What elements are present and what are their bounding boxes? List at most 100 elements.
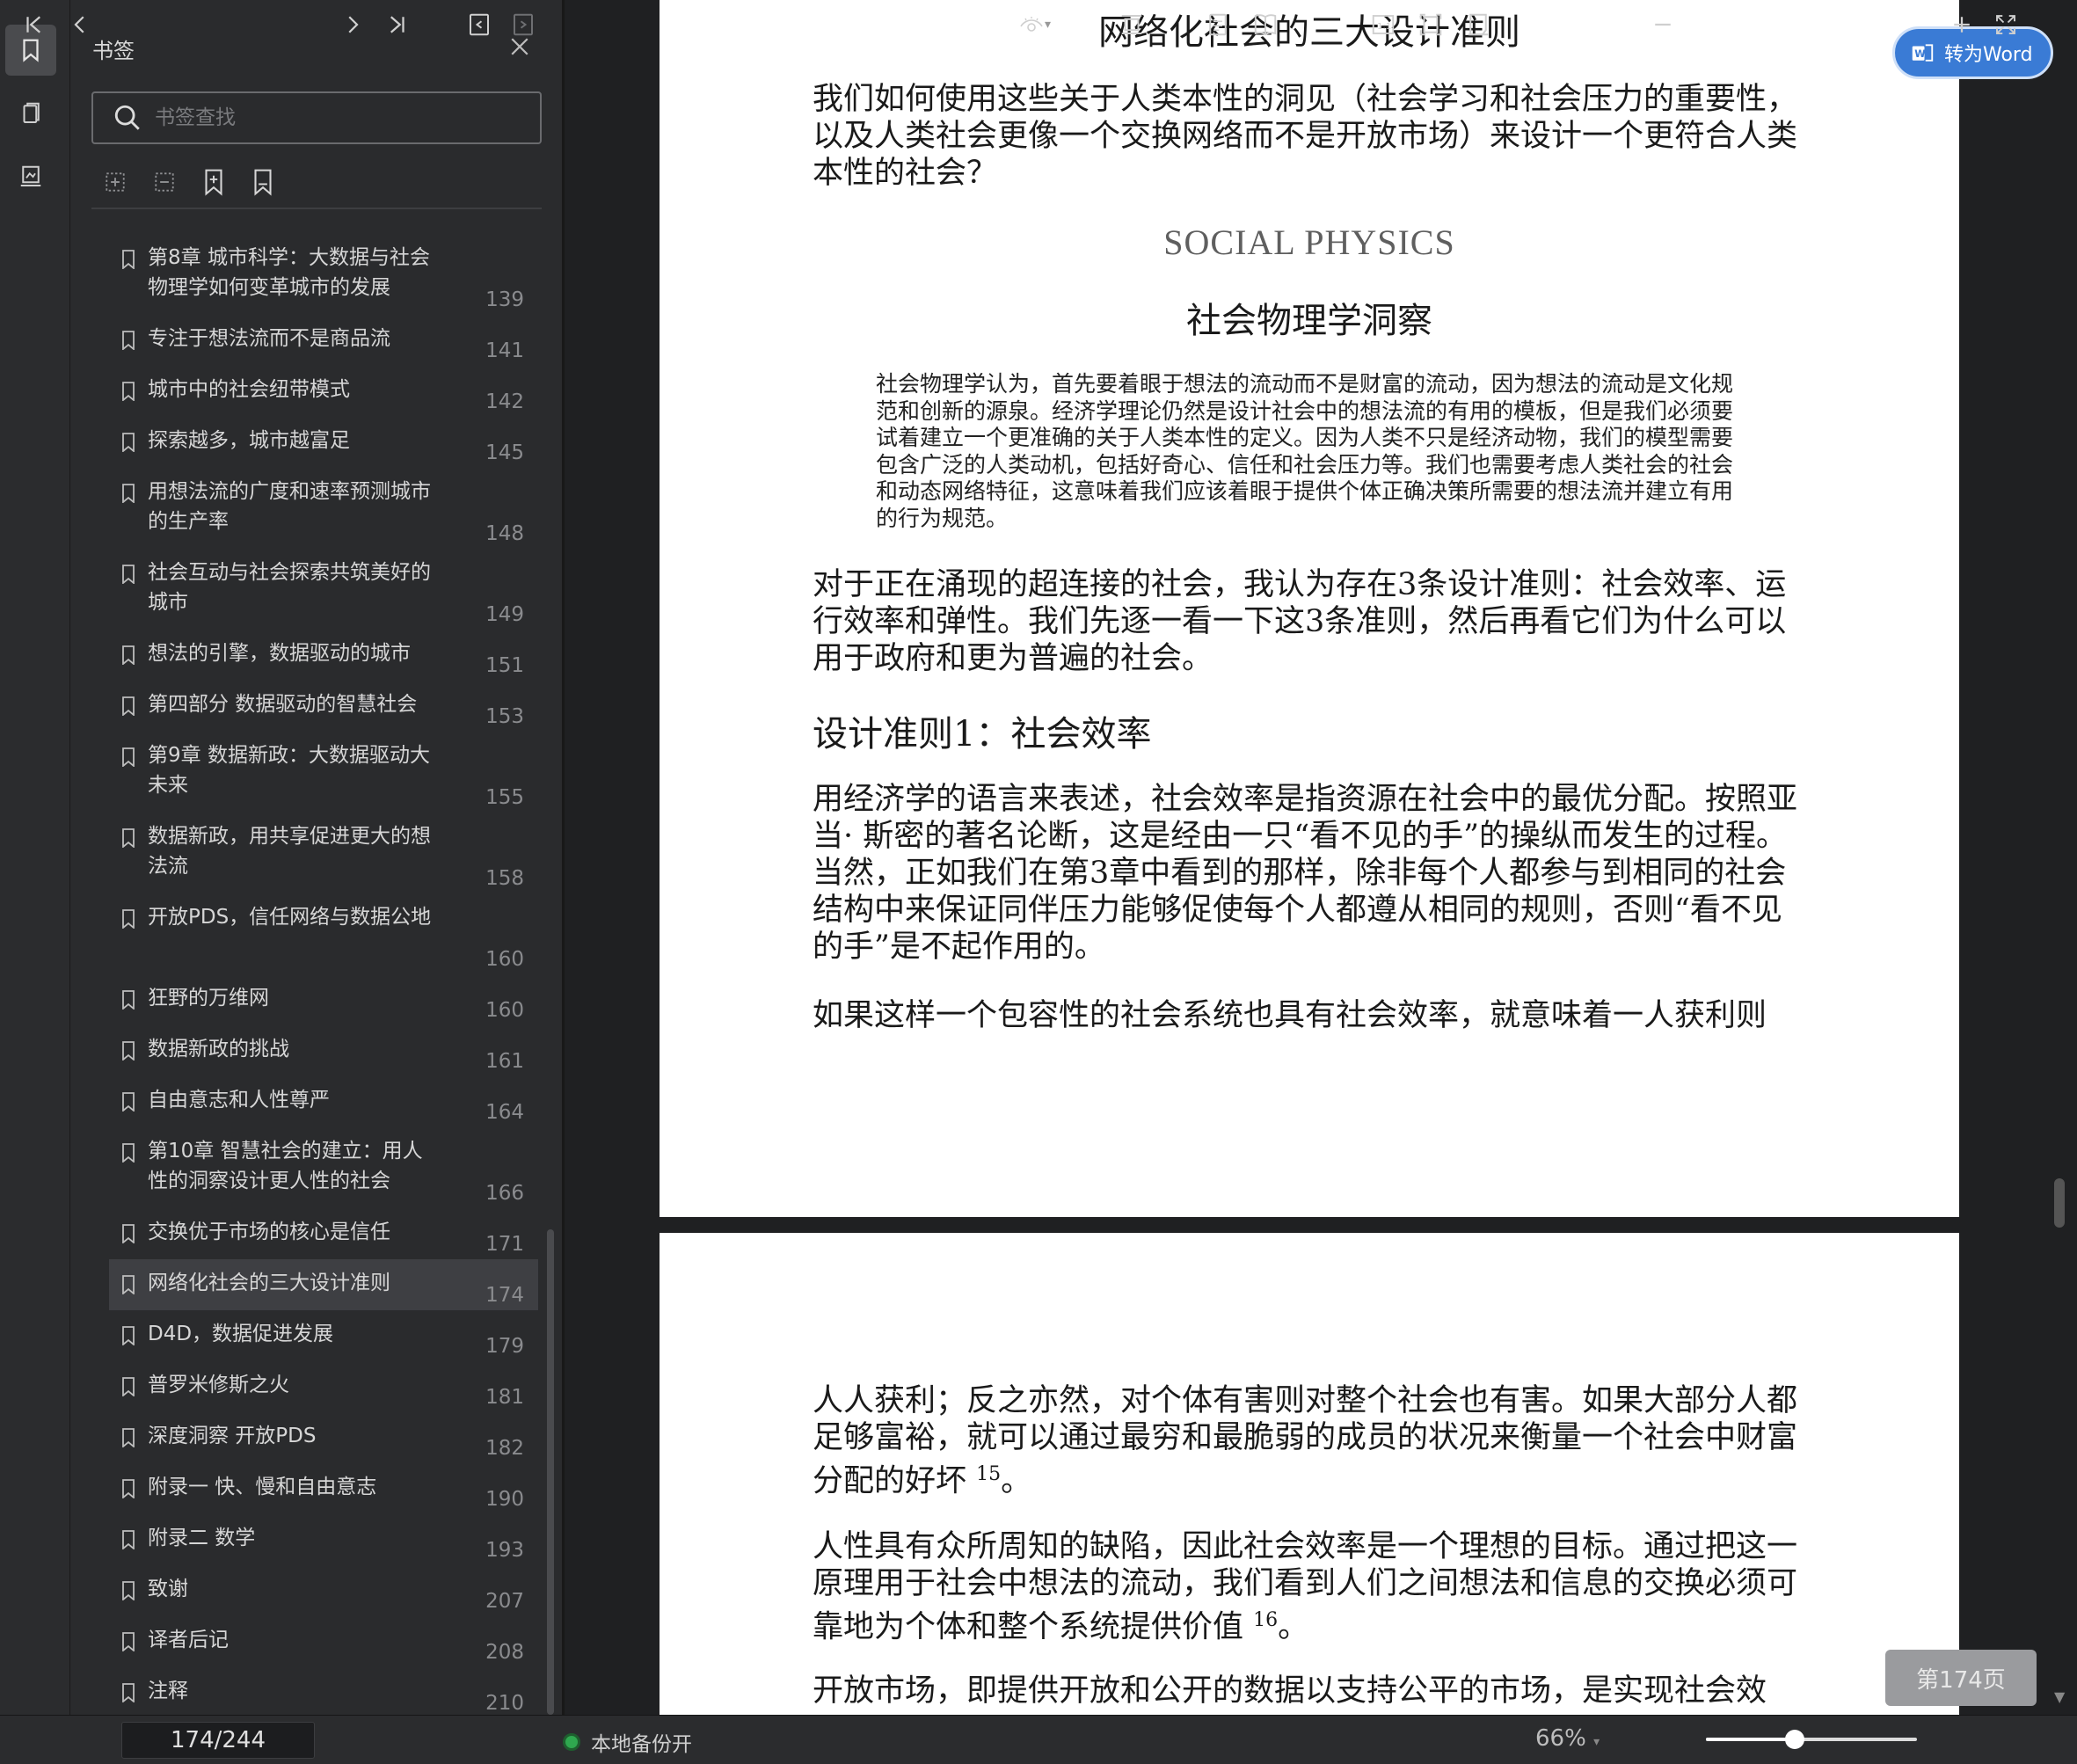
double-page-button[interactable] (1252, 9, 1279, 40)
bookmark-panel: 书签 第8章 城市科学：大数据与社会物理学如何变革城市的发展 139 专注于想法流而… (70, 0, 565, 1715)
expand-all-button[interactable] (102, 167, 128, 197)
document-scrollbar[interactable] (2054, 1178, 2065, 1228)
footnote-ref[interactable]: 16 (1253, 1609, 1278, 1631)
bookmark-item[interactable]: 附录一 快、慢和自由意志 190 (109, 1463, 538, 1514)
subsection-heading: 设计准则1：社会效率 (813, 714, 1152, 754)
bookmark-item[interactable]: 第10章 智慧社会的建立：用人性的洞察设计更人性的社会 166 (109, 1127, 538, 1208)
bookmark-item[interactable]: 想法的引擎，数据驱动的城市 151 (109, 630, 538, 681)
bookmark-label: 开放PDS，信任网络与数据公地 (148, 906, 432, 929)
bookmark-page: 207 (485, 1590, 524, 1613)
bookmark-item[interactable]: 交换优于市场的核心是信任 171 (109, 1208, 538, 1259)
bookmark-list: 第8章 城市科学：大数据与社会物理学如何变革城市的发展 139 专注于想法流而不是商… (109, 234, 538, 1718)
bookmark-label: 附录二 数学 (148, 1527, 256, 1549)
bookmark-scrollbar[interactable] (547, 1229, 554, 1715)
bookmark-icon (122, 1377, 135, 1396)
bookmark-icon (122, 1041, 135, 1061)
bookmark-label: 社会互动与社会探索共筑美好的城市 (148, 561, 431, 614)
annotation-tab[interactable] (5, 151, 56, 202)
chevron-down-icon: ▾ (1045, 18, 1052, 32)
bookmark-icon (122, 1479, 135, 1498)
first-page-button[interactable] (21, 9, 47, 40)
bookmark-page: 142 (485, 390, 524, 413)
local-backup-status[interactable]: 本地备份开 (563, 1727, 692, 1757)
bookmark-search[interactable] (91, 91, 542, 144)
bookmark-page: 149 (485, 603, 524, 626)
page-number-input[interactable]: 174/244 (121, 1722, 315, 1759)
scroll-down-arrow-icon[interactable]: ▼ (2054, 1688, 2065, 1705)
bookmark-label: 交换优于市场的核心是信任 (148, 1221, 390, 1243)
collapse-all-button[interactable] (151, 167, 178, 197)
search-input[interactable] (155, 106, 506, 129)
zoom-in-button[interactable] (1949, 9, 1975, 40)
add-bookmark-button[interactable] (200, 167, 227, 197)
bookmark-item[interactable]: 附录二 数学 193 (109, 1514, 538, 1565)
forward-icon (514, 13, 533, 36)
bookmark-item[interactable]: 致谢 207 (109, 1565, 538, 1616)
previous-page-button[interactable] (67, 9, 93, 40)
annotation-icon (20, 165, 41, 186)
bookmark-icon (122, 565, 135, 584)
zoom-level[interactable]: 66% ▾ (1535, 1725, 1600, 1752)
pages-tab[interactable] (5, 88, 56, 139)
bookmark-item[interactable]: 译者后记 208 (109, 1616, 538, 1667)
bookmark-outline-button[interactable] (250, 167, 276, 197)
bookmark-item[interactable]: 数据新政的挑战 161 (109, 1025, 538, 1076)
fit-width-button[interactable] (1465, 9, 1491, 40)
bookmark-item[interactable]: 探索越多，城市越富足 145 (109, 417, 538, 468)
zoom-slider-handle[interactable] (1784, 1730, 1804, 1749)
fit-page-button[interactable] (1417, 9, 1444, 40)
single-page-button[interactable] (1205, 9, 1231, 40)
bookmark-item[interactable]: 深度洞察 开放PDS 182 (109, 1412, 538, 1463)
bookmark-item[interactable]: 狂野的万维网 160 (109, 974, 538, 1025)
bookmark-icon (122, 1326, 135, 1345)
bookmark-item[interactable]: 第9章 数据新政：大数据驱动大未来 155 (109, 732, 538, 813)
svg-text:1:1: 1:1 (1377, 22, 1391, 32)
bookmark-item[interactable]: 第8章 城市科学：大数据与社会物理学如何变革城市的发展 139 (109, 234, 538, 315)
bookmark-item[interactable]: 网络化社会的三大设计准则 174 (109, 1259, 538, 1310)
fullscreen-icon (1996, 15, 2015, 34)
bookmark-label: 用想法流的广度和速率预测城市的生产率 (148, 480, 431, 533)
search-icon (114, 105, 140, 130)
footnote-ref[interactable]: 15 (976, 1463, 1001, 1485)
bookmark-item[interactable]: 城市中的社会纽带模式 142 (109, 366, 538, 417)
eye-mode-button[interactable]: ▾ (1018, 9, 1051, 40)
bookmark-icon (122, 1683, 135, 1702)
fullscreen-button[interactable] (1993, 9, 2019, 40)
bookmark-item[interactable]: 专注于想法流而不是商品流 141 (109, 315, 538, 366)
bookmark-item[interactable]: D4D，数据促进发展 179 (109, 1310, 538, 1361)
bookmark-icon (122, 1092, 135, 1112)
continuous-scroll-button[interactable] (1119, 9, 1145, 40)
actual-size-button[interactable]: 1:1 (1370, 9, 1396, 40)
bookmark-item[interactable]: 数据新政，用共享促进更大的想法流 158 (109, 813, 538, 893)
bookmark-page: 208 (485, 1641, 524, 1664)
bookmark-label: 第9章 数据新政：大数据驱动大未来 (148, 744, 430, 797)
bookmark-item[interactable]: 开放PDS，信任网络与数据公地 160 (109, 893, 538, 974)
bookmark-item[interactable]: 自由意志和人性尊严 164 (109, 1076, 538, 1127)
bookmark-label: 网络化社会的三大设计准则 (148, 1272, 390, 1294)
page-indicator: 第174页 (1885, 1650, 2037, 1706)
bookmark-item[interactable]: 用想法流的广度和速率预测城市的生产率 148 (109, 468, 538, 549)
bookmark-label: 想法的引擎，数据驱动的城市 (148, 642, 411, 665)
forward-button[interactable] (510, 9, 536, 40)
bookmark-label: 第8章 城市科学：大数据与社会物理学如何变革城市的发展 (148, 246, 430, 299)
document-page: 人人获利；反之亦然，对个体有害则对整个社会也有害。如果大部分人都足够富裕，就可以… (660, 1233, 1959, 1715)
bookmark-label: 深度洞察 开放PDS (148, 1425, 317, 1447)
bookmark-item[interactable]: 社会互动与社会探索共筑美好的城市 149 (109, 549, 538, 630)
bookmark-outline-icon (254, 169, 272, 196)
back-button[interactable] (466, 9, 492, 40)
next-page-button[interactable] (339, 9, 366, 40)
bookmark-item[interactable]: 第四部分 数据驱动的智慧社会 153 (109, 681, 538, 732)
bookmark-page: 210 (485, 1692, 524, 1715)
last-page-button[interactable] (383, 9, 410, 40)
bookmark-icon (122, 1143, 135, 1163)
paragraph: 开放市场，即提供开放和公开的数据以支持公平的市场，是实现社会效 (813, 1673, 1767, 1709)
zoom-slider[interactable] (1706, 1730, 1917, 1749)
plus-icon (1954, 17, 1970, 33)
bookmark-icon (122, 747, 135, 767)
bookmark-item[interactable]: 注释 210 (109, 1667, 538, 1718)
bookmark-item[interactable]: 普罗米修斯之火 181 (109, 1361, 538, 1412)
bookmark-page: 190 (485, 1488, 524, 1511)
bookmark-page: 164 (485, 1101, 524, 1124)
zoom-out-button[interactable] (1650, 9, 1676, 40)
fit-page-icon (1419, 13, 1442, 36)
